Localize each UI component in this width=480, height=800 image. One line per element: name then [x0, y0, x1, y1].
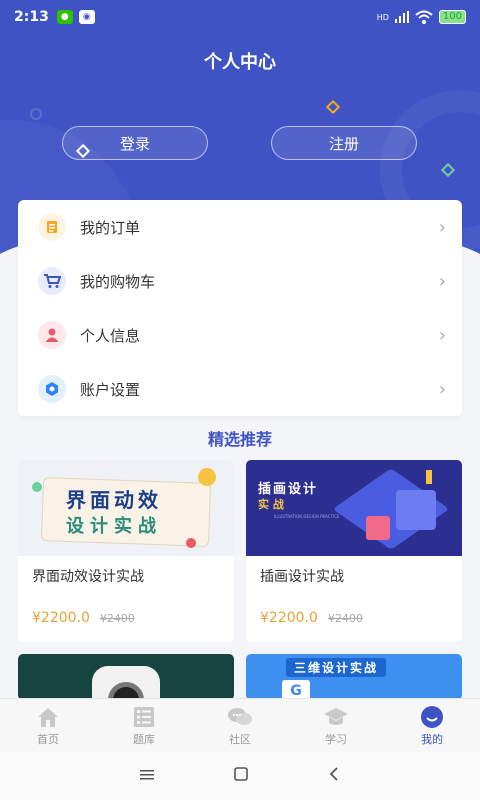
tab-mine[interactable]: 我的 — [384, 699, 480, 752]
menu-item-orders[interactable]: 我的订单 › — [18, 200, 462, 254]
course-name: 界面动效设计实战 — [32, 569, 144, 585]
person-icon — [38, 321, 66, 349]
status-bar: 2:13 ● ◉ HD 100 — [0, 0, 480, 34]
menu-item-profile-info[interactable]: 个人信息 › — [18, 308, 462, 362]
login-button[interactable]: 登录 — [62, 126, 208, 160]
signal-icon — [394, 11, 409, 23]
thumbnail-caption: ILLUSTRATION DESIGN PRACTICE — [274, 514, 340, 519]
ring-decoration-icon — [30, 108, 42, 120]
page-title: 个人中心 — [204, 52, 276, 73]
back-icon[interactable] — [327, 766, 341, 787]
tab-community[interactable]: 社区 — [192, 699, 288, 752]
diamond-decoration-icon — [440, 162, 456, 178]
status-time: 2:13 — [14, 9, 49, 25]
course-card[interactable]: 三维设计实战 G — [246, 654, 462, 700]
order-icon — [38, 213, 66, 241]
course-thumbnail — [18, 654, 234, 700]
home-icon — [35, 705, 61, 729]
system-navigation-bar — [0, 752, 480, 800]
thumbnail-subtitle: 实 战 — [258, 498, 284, 511]
menu-label: 个人信息 — [80, 326, 141, 345]
course-card[interactable]: 界面动效 设计实战 界面动效设计实战 ¥2200.0 ¥2400 — [18, 460, 234, 642]
tab-question-bank[interactable]: 题库 — [96, 699, 192, 752]
tab-label: 首页 — [37, 732, 59, 746]
profile-icon — [419, 705, 445, 729]
course-thumbnail: 三维设计实战 G — [246, 654, 462, 700]
tab-home[interactable]: 首页 — [0, 699, 96, 752]
chevron-right-icon: › — [438, 324, 446, 346]
course-card[interactable]: 插画设计 实 战 ILLUSTRATION DESIGN PRACTICE 插画… — [246, 460, 462, 642]
diamond-decoration-icon — [326, 100, 340, 114]
study-cap-icon — [323, 705, 349, 729]
tab-study[interactable]: 学习 — [288, 699, 384, 752]
login-label: 登录 — [119, 134, 150, 153]
course-thumbnail: 界面动效 设计实战 — [18, 460, 234, 556]
settings-hexagon-icon — [38, 375, 66, 403]
community-icon — [227, 705, 253, 729]
course-name: 插画设计实战 — [260, 569, 344, 585]
bottom-tab-bar: 首页 题库 社区 学习 我的 — [0, 698, 480, 752]
tab-label: 社区 — [229, 732, 251, 746]
register-button[interactable]: 注册 — [271, 126, 417, 160]
battery-indicator: 100 — [438, 10, 466, 24]
diamond-decoration-icon — [75, 143, 91, 159]
course-thumbnail: 插画设计 实 战 ILLUSTRATION DESIGN PRACTICE — [246, 460, 462, 556]
tab-label: 题库 — [133, 732, 155, 746]
home-square-icon[interactable] — [233, 766, 249, 787]
google-logo-icon: G — [282, 680, 310, 700]
chevron-right-icon: › — [438, 216, 446, 238]
course-price: ¥2200.0 — [260, 610, 318, 626]
thumbnail-title: 三维设计实战 — [286, 658, 387, 677]
wifi-icon — [415, 10, 433, 24]
chevron-right-icon: › — [438, 378, 446, 400]
course-price: ¥2200.0 — [32, 610, 90, 626]
cart-icon — [38, 267, 66, 295]
menu-label: 我的订单 — [80, 218, 141, 237]
thumbnail-title: 界面动效 — [66, 488, 162, 512]
account-menu: 我的订单 › 我的购物车 › 个人信息 › 账户设置 › — [18, 200, 462, 416]
register-label: 注册 — [328, 134, 359, 153]
thumbnail-subtitle: 设计实战 — [66, 516, 162, 537]
menu-label: 账户设置 — [80, 380, 141, 399]
menu-item-account-settings[interactable]: 账户设置 › — [18, 362, 462, 416]
question-bank-icon — [131, 705, 157, 729]
chevron-right-icon: › — [438, 270, 446, 292]
wechat-icon: ● — [56, 10, 73, 24]
course-original-price: ¥2400 — [327, 612, 363, 625]
menu-item-cart[interactable]: 我的购物车 › — [18, 254, 462, 308]
thumbnail-title: 插画设计 — [258, 482, 319, 497]
recommend-title: 精选推荐 — [207, 430, 272, 449]
tab-label: 学习 — [325, 732, 347, 746]
tab-label: 我的 — [421, 732, 443, 746]
message-app-icon: ◉ — [78, 10, 95, 24]
menu-label: 我的购物车 — [80, 272, 156, 291]
menu-icon[interactable] — [139, 766, 155, 787]
signal-hd-label: HD — [376, 12, 389, 22]
course-original-price: ¥2400 — [99, 612, 135, 625]
camera-app-icon — [92, 666, 160, 700]
course-card[interactable] — [18, 654, 234, 700]
